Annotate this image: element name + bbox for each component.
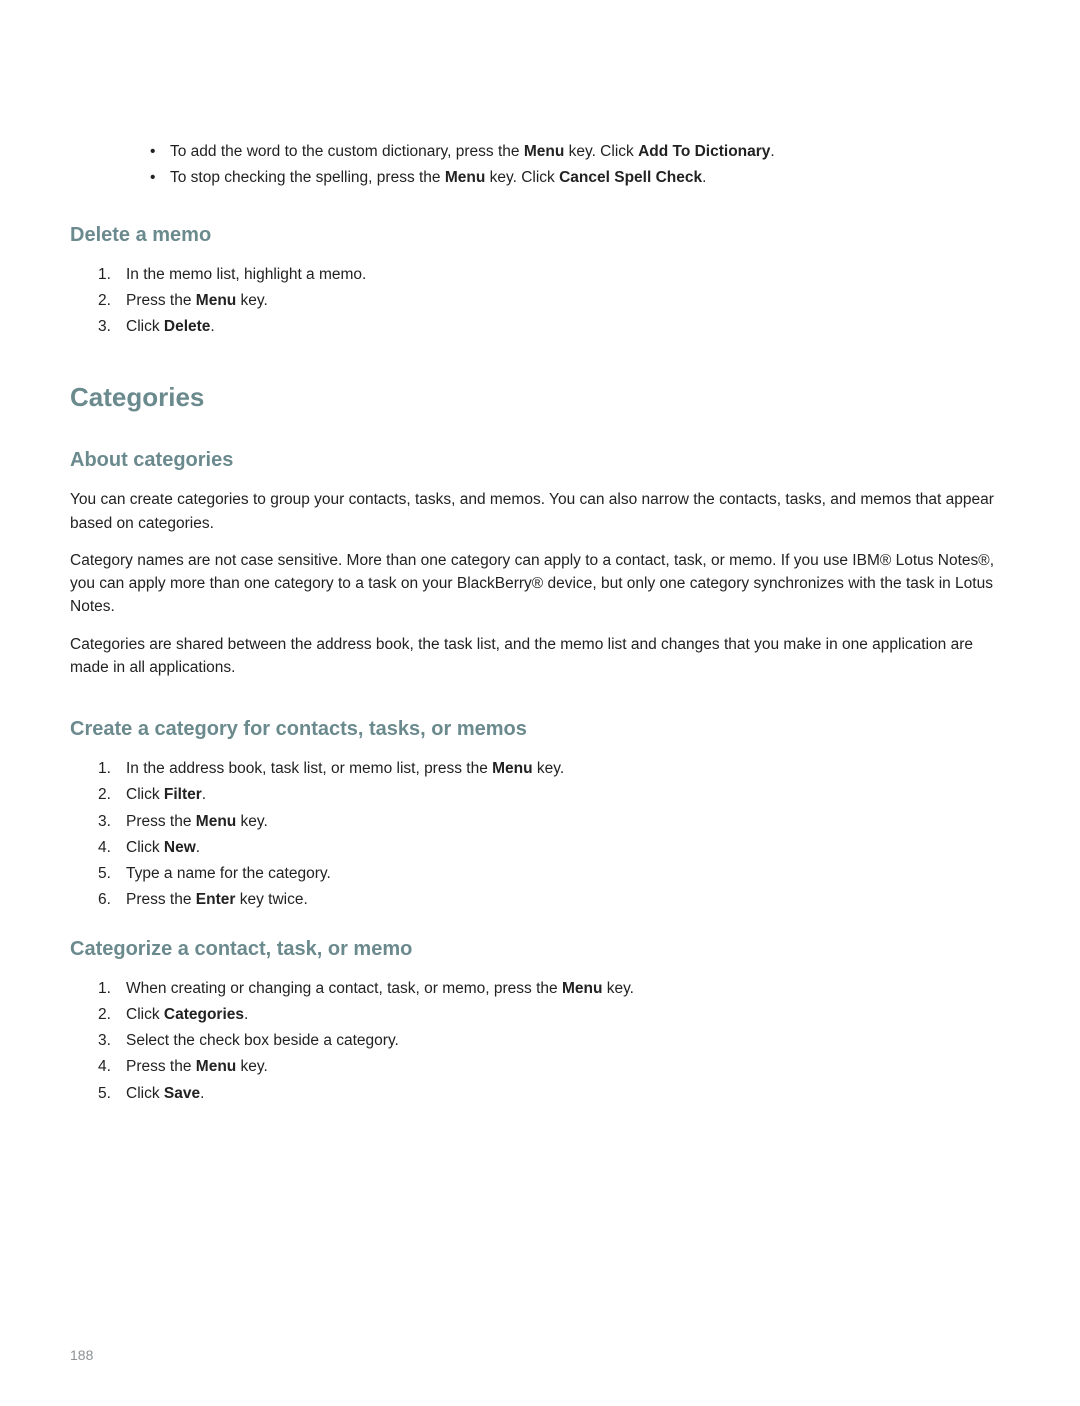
list-item: In the address book, task list, or memo … xyxy=(98,757,1010,780)
categorize-steps: When creating or changing a contact, tas… xyxy=(98,977,1010,1105)
bold-text: Menu xyxy=(196,813,236,830)
text: Press the xyxy=(126,813,196,830)
list-item: Press the Enter key twice. xyxy=(98,888,1010,911)
text: Select the check box beside a category. xyxy=(126,1032,399,1049)
text: Click xyxy=(126,839,164,856)
bold-text: Add To Dictionary xyxy=(638,143,770,160)
bold-text: Cancel Spell Check xyxy=(559,169,702,186)
bold-text: Enter xyxy=(196,891,236,908)
spellcheck-bullets: To add the word to the custom dictionary… xyxy=(150,140,1010,190)
bold-text: Delete xyxy=(164,318,211,335)
bold-text: Save xyxy=(164,1085,200,1102)
list-item: To stop checking the spelling, press the… xyxy=(150,166,1010,189)
list-item: Click New. xyxy=(98,836,1010,859)
heading-create-category: Create a category for contacts, tasks, o… xyxy=(70,714,1010,744)
list-item: To add the word to the custom dictionary… xyxy=(150,140,1010,163)
list-item: Select the check box beside a category. xyxy=(98,1029,1010,1052)
create-category-steps: In the address book, task list, or memo … xyxy=(98,757,1010,912)
text: When creating or changing a contact, tas… xyxy=(126,980,562,997)
text: In the memo list, highlight a memo. xyxy=(126,266,366,283)
list-item: Press the Menu key. xyxy=(98,1055,1010,1078)
bold-text: Menu xyxy=(524,143,564,160)
text: . xyxy=(202,786,206,803)
list-item: Click Filter. xyxy=(98,783,1010,806)
list-item: Click Delete. xyxy=(98,315,1010,338)
paragraph: You can create categories to group your … xyxy=(70,488,1010,535)
text: . xyxy=(210,318,214,335)
text: Click xyxy=(126,1006,164,1023)
paragraph: Categories are shared between the addres… xyxy=(70,633,1010,680)
heading-delete-memo: Delete a memo xyxy=(70,220,1010,250)
text: Type a name for the category. xyxy=(126,865,331,882)
text: key. Click xyxy=(564,143,638,160)
bold-text: Categories xyxy=(164,1006,244,1023)
text: key. xyxy=(602,980,634,997)
list-item: In the memo list, highlight a memo. xyxy=(98,263,1010,286)
list-item: Click Categories. xyxy=(98,1003,1010,1026)
heading-about-categories: About categories xyxy=(70,445,1010,475)
bold-text: Menu xyxy=(492,760,532,777)
text: key twice. xyxy=(235,891,307,908)
text: key. xyxy=(236,1058,268,1075)
delete-memo-steps: In the memo list, highlight a memo. Pres… xyxy=(98,263,1010,339)
text: Click xyxy=(126,318,164,335)
text: . xyxy=(244,1006,248,1023)
text: Click xyxy=(126,786,164,803)
bold-text: Menu xyxy=(445,169,485,186)
bold-text: Filter xyxy=(164,786,202,803)
heading-categorize: Categorize a contact, task, or memo xyxy=(70,934,1010,964)
text: . xyxy=(196,839,200,856)
heading-categories: Categories xyxy=(70,378,1010,417)
text: In the address book, task list, or memo … xyxy=(126,760,492,777)
list-item: Press the Menu key. xyxy=(98,810,1010,833)
text: Click xyxy=(126,1085,164,1102)
text: . xyxy=(770,143,774,160)
bold-text: New xyxy=(164,839,196,856)
bold-text: Menu xyxy=(196,1058,236,1075)
text: To stop checking the spelling, press the xyxy=(170,169,445,186)
list-item: Click Save. xyxy=(98,1082,1010,1105)
text: key. Click xyxy=(485,169,559,186)
text: key. xyxy=(236,292,268,309)
bold-text: Menu xyxy=(562,980,602,997)
paragraph: Category names are not case sensitive. M… xyxy=(70,549,1010,619)
text: . xyxy=(200,1085,204,1102)
text: Press the xyxy=(126,1058,196,1075)
list-item: Press the Menu key. xyxy=(98,289,1010,312)
list-item: When creating or changing a contact, tas… xyxy=(98,977,1010,1000)
list-item: Type a name for the category. xyxy=(98,862,1010,885)
text: key. xyxy=(533,760,565,777)
text: Press the xyxy=(126,891,196,908)
page-number: 188 xyxy=(70,1345,1010,1366)
text: To add the word to the custom dictionary… xyxy=(170,143,524,160)
text: . xyxy=(702,169,706,186)
bold-text: Menu xyxy=(196,292,236,309)
text: Press the xyxy=(126,292,196,309)
text: key. xyxy=(236,813,268,830)
